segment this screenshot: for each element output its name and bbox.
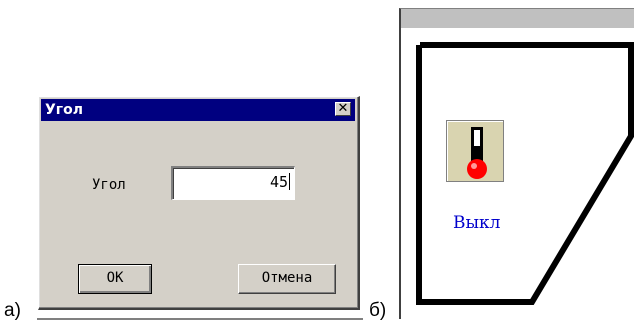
angle-input-value: 45 — [269, 173, 288, 191]
angle-input[interactable]: 45 — [171, 166, 295, 200]
divider — [37, 318, 363, 320]
thermometer-icon — [467, 127, 487, 179]
angle-field-label: Угол — [92, 177, 126, 193]
ok-button[interactable]: OK — [78, 264, 152, 294]
close-icon: ✕ — [337, 101, 349, 116]
close-button[interactable]: ✕ — [335, 102, 351, 116]
text-caret — [289, 173, 290, 190]
angle-dialog: Угол ✕ Угол 45 OK Отмена — [38, 96, 360, 310]
dialog-title: Угол — [45, 102, 83, 118]
toggle-state-label: Выкл — [453, 213, 501, 233]
room-outline — [416, 42, 634, 305]
canvas-panel: Выкл — [399, 8, 634, 319]
titlebar: Угол ✕ — [41, 99, 355, 121]
toggle-switch[interactable] — [446, 120, 504, 182]
cancel-button[interactable]: Отмена — [238, 264, 336, 294]
label-b: б) — [369, 300, 387, 321]
label-a: а) — [4, 300, 21, 321]
